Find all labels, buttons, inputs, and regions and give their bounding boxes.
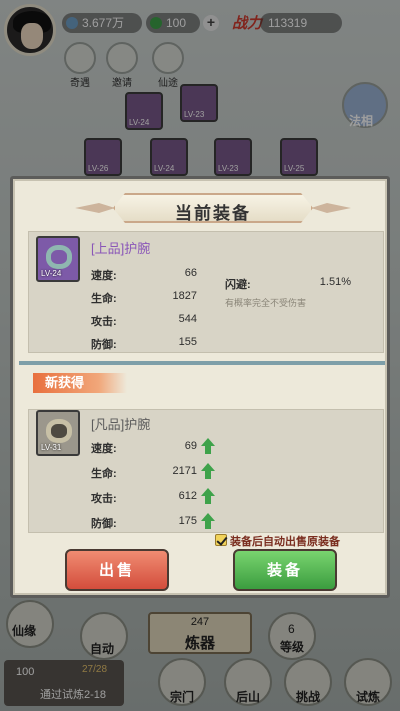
new-item-name: [凡品]护腕: [91, 417, 151, 432]
title-banner: 当前装备: [113, 193, 313, 223]
new-stat-hp-value: 2171: [172, 465, 197, 477]
stat-up-arrow-icon: [201, 463, 215, 479]
current-stat-speed-label: 速度:: [91, 270, 117, 282]
bracelet-icon: [46, 245, 72, 269]
current-stat-speed-value: 66: [184, 267, 197, 279]
current-equipment-panel: LV-24 [上品]护腕 速度: 66 生命: 1827 攻击: 544 防御:…: [28, 231, 384, 353]
equip-button[interactable]: 装备: [233, 549, 337, 591]
new-stat-hp-label: 生命:: [91, 468, 117, 480]
stat-up-arrow-icon: [201, 438, 215, 454]
new-stat-speed-label: 速度:: [91, 443, 117, 455]
current-stat-atk-label: 攻击:: [91, 316, 117, 328]
current-stat-def-label: 防御:: [91, 339, 117, 351]
auto-sell-checkbox[interactable]: [215, 534, 227, 546]
current-stat-def-value: 155: [178, 336, 197, 348]
section-divider: [19, 361, 385, 365]
equipment-dialog: 当前装备 LV-24 [上品]护腕 速度: 66 生命: 1827 攻击: 54…: [10, 176, 390, 598]
dodge-description: 有概率完全不受伤害: [225, 298, 307, 308]
sell-button[interactable]: 出售: [65, 549, 169, 591]
stat-up-arrow-icon: [201, 513, 215, 529]
current-stat-atk-value: 544: [178, 313, 197, 325]
dodge-value: 1.51%: [319, 276, 351, 288]
new-stat-speed-value: 69: [184, 440, 197, 452]
banner-wing-left: [75, 203, 115, 213]
stat-up-arrow-icon: [201, 488, 215, 504]
new-stat-atk-label: 攻击:: [91, 493, 117, 505]
dialog-title: 当前装备: [175, 204, 251, 223]
new-item-icon[interactable]: LV-31: [36, 410, 80, 456]
current-stat-hp-label: 生命:: [91, 293, 117, 305]
new-equipment-panel: LV-31 [凡品]护腕 速度: 69 生命: 2171 攻击: 612 防御:…: [28, 409, 384, 533]
current-item-name: [上品]护腕: [91, 241, 151, 256]
current-item-level: LV-24: [41, 269, 62, 278]
new-stat-atk-value: 612: [178, 490, 197, 502]
new-stat-def-value: 175: [178, 515, 197, 527]
current-item-icon[interactable]: LV-24: [36, 236, 80, 282]
auto-sell-label[interactable]: 装备后自动出售原装备: [230, 533, 340, 549]
new-stat-def-label: 防御:: [91, 518, 117, 530]
banner-wing-right: [311, 203, 351, 213]
new-item-tag: 新获得: [33, 373, 127, 393]
bracelet-icon: [46, 419, 72, 443]
current-stat-hp-value: 1827: [172, 290, 197, 302]
new-item-level: LV-31: [41, 443, 62, 452]
dodge-label: 闪避:: [225, 279, 251, 291]
